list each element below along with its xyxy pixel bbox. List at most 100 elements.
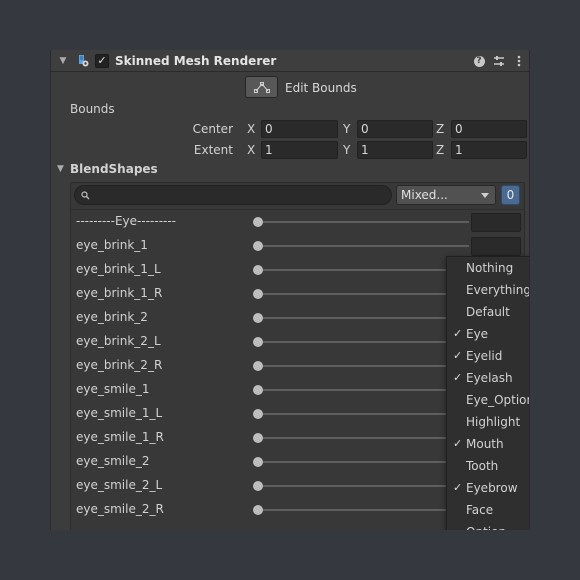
extent-x-label[interactable]: X <box>247 143 255 157</box>
blendshape-slider-track[interactable] <box>257 365 469 367</box>
menu-item-tooth[interactable]: Tooth <box>447 456 529 478</box>
blendshape-slider-track[interactable] <box>257 221 469 223</box>
menu-item-label: Option <box>466 525 506 530</box>
preset-icon[interactable] <box>493 55 505 67</box>
menu-item-everything[interactable]: Everything <box>447 280 530 302</box>
blendshape-name: eye_smile_2 <box>76 454 150 468</box>
blendshape-name: eye_brink_1_L <box>76 262 161 276</box>
center-z-field[interactable]: 0 <box>451 120 527 138</box>
edit-bounds-label: Edit Bounds <box>285 81 357 95</box>
blendshape-value-field[interactable] <box>471 213 521 232</box>
component-title: Skinned Mesh Renderer <box>115 53 277 68</box>
menu-item-eyelid[interactable]: ✓ Eyelid <box>447 346 529 368</box>
header-actions: ? <box>473 50 525 72</box>
blendshape-name: eye_brink_1 <box>76 238 148 252</box>
menu-item-eyebrow[interactable]: ✓ Eyebrow <box>447 478 529 500</box>
filter-dropdown-value: Mixed... <box>401 188 448 202</box>
blendshape-slider-track[interactable] <box>257 437 469 439</box>
menu-item-eye-option[interactable]: Eye_Option <box>447 390 530 412</box>
filter-dropdown[interactable]: Mixed... <box>396 185 496 205</box>
menu-item-face[interactable]: Face <box>447 500 529 522</box>
blendshape-name: eye_smile_1 <box>76 382 150 396</box>
menu-item-label: Everything <box>466 283 530 297</box>
blendshape-slider-thumb[interactable] <box>253 385 263 395</box>
menu-item-label: Eye_Option <box>466 393 530 407</box>
blendshape-name: ---------Eye--------- <box>76 214 177 228</box>
blendshape-slider-thumb[interactable] <box>253 481 263 491</box>
extent-z-field[interactable]: 1 <box>451 141 527 159</box>
blendshape-slider-track[interactable] <box>257 245 469 247</box>
checkmark-icon: ✓ <box>453 481 463 494</box>
center-x-field[interactable]: 0 <box>261 120 338 138</box>
blendshape-name: eye_brink_1_R <box>76 286 163 300</box>
extent-y-label[interactable]: Y <box>343 143 350 157</box>
extent-x-field[interactable]: 1 <box>261 141 338 159</box>
checkmark-icon: ✓ <box>453 349 463 362</box>
menu-item-eye[interactable]: ✓ Eye <box>447 324 529 346</box>
menu-item-nothing[interactable]: Nothing <box>447 258 529 280</box>
search-input[interactable] <box>74 185 392 205</box>
extent-y-field[interactable]: 1 <box>357 141 433 159</box>
menu-item-option[interactable]: Option <box>447 522 529 530</box>
blendshape-value-field[interactable] <box>471 237 521 256</box>
menu-item-label: Mouth <box>466 437 504 451</box>
help-icon[interactable]: ? <box>473 55 485 67</box>
blendshape-slider-track[interactable] <box>257 389 469 391</box>
component-enabled-checkbox[interactable]: ✓ <box>95 53 109 68</box>
blendshape-slider-track[interactable] <box>257 461 469 463</box>
blendshape-name: eye_smile_2_R <box>76 502 164 516</box>
blendshape-slider-track[interactable] <box>257 485 469 487</box>
blendshape-slider-track[interactable] <box>257 269 469 271</box>
checkmark-icon: ✓ <box>453 371 463 384</box>
edit-bounds-button[interactable] <box>245 76 278 98</box>
menu-item-highlight[interactable]: Highlight <box>447 412 529 434</box>
menu-item-label: Eyelash <box>466 371 513 385</box>
dropdown-caret-icon <box>481 193 489 198</box>
blendshape-name: eye_brink_2_R <box>76 358 163 372</box>
blendshapes-title[interactable]: BlendShapes <box>70 162 158 176</box>
blendshape-slider-thumb[interactable] <box>253 505 263 515</box>
blendshapes-foldout-icon[interactable]: ▼ <box>57 164 64 174</box>
menu-item-default[interactable]: Default <box>447 302 529 324</box>
blendshape-name: eye_brink_2_L <box>76 334 161 348</box>
extent-z-label[interactable]: Z <box>436 143 444 157</box>
menu-item-label: Nothing <box>466 261 514 275</box>
foldout-arrow-icon[interactable]: ▼ <box>55 56 71 66</box>
menu-item-label: Eyebrow <box>466 481 518 495</box>
checkmark-icon: ✓ <box>453 437 463 450</box>
menu-item-label: Tooth <box>466 459 499 473</box>
count-field[interactable]: 0 <box>501 185 520 205</box>
bounds-label: Bounds <box>70 102 115 116</box>
blendshape-name: eye_smile_2_L <box>76 478 163 492</box>
component-header[interactable]: ▼ ✓ Skinned Mesh Renderer ? <box>51 50 529 72</box>
edit-bounds-icon <box>253 82 270 93</box>
blendshape-slider-thumb[interactable] <box>253 457 263 467</box>
blendshape-slider-track[interactable] <box>257 341 469 343</box>
blendshape-slider-thumb[interactable] <box>253 433 263 443</box>
blendshape-slider-track[interactable] <box>257 317 469 319</box>
kebab-menu-icon[interactable] <box>513 55 525 67</box>
blendshape-slider-track[interactable] <box>257 509 469 511</box>
menu-item-mouth[interactable]: ✓ Mouth <box>447 434 529 456</box>
blendshape-slider-thumb[interactable] <box>253 361 263 371</box>
blendshape-slider-thumb[interactable] <box>253 265 263 275</box>
blendshape-slider-track[interactable] <box>257 413 469 415</box>
blendshape-name: eye_smile_1_L <box>76 406 163 420</box>
checkmark-icon: ✓ <box>453 327 463 340</box>
menu-item-label: Highlight <box>466 415 521 429</box>
menu-item-eyelash[interactable]: ✓ Eyelash <box>447 368 529 390</box>
blendshape-slider-track[interactable] <box>257 293 469 295</box>
blendshape-slider-thumb[interactable] <box>253 289 263 299</box>
blendshape-name: eye_brink_2 <box>76 310 148 324</box>
center-y-label[interactable]: Y <box>343 122 350 136</box>
center-x-label[interactable]: X <box>247 122 255 136</box>
blendshape-slider-thumb[interactable] <box>253 217 263 227</box>
blendshape-slider-thumb[interactable] <box>253 241 263 251</box>
blendshape-slider-thumb[interactable] <box>253 337 263 347</box>
menu-item-label: Eye <box>466 327 489 341</box>
center-z-label[interactable]: Z <box>436 122 444 136</box>
blendshape-slider-thumb[interactable] <box>253 409 263 419</box>
menu-item-label: Eyelid <box>466 349 503 363</box>
blendshape-slider-thumb[interactable] <box>253 313 263 323</box>
center-y-field[interactable]: 0 <box>357 120 433 138</box>
